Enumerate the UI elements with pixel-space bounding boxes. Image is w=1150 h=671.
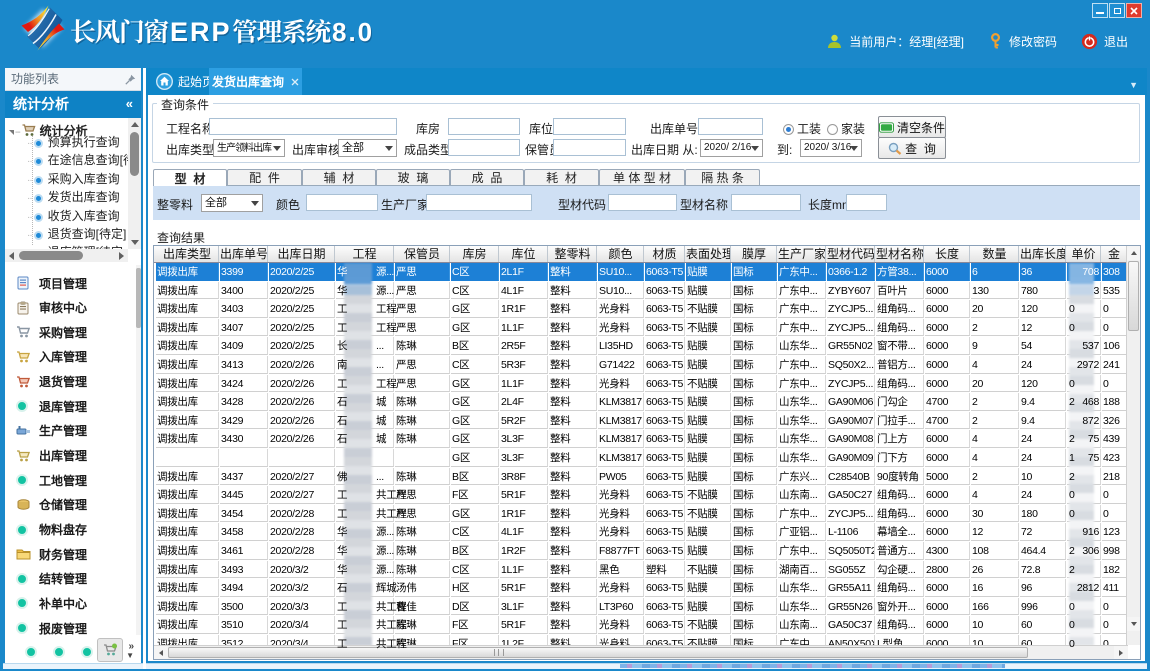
svg-text:ERP: ERP <box>170 17 232 47</box>
svg-text:8.0: 8.0 <box>332 17 374 47</box>
